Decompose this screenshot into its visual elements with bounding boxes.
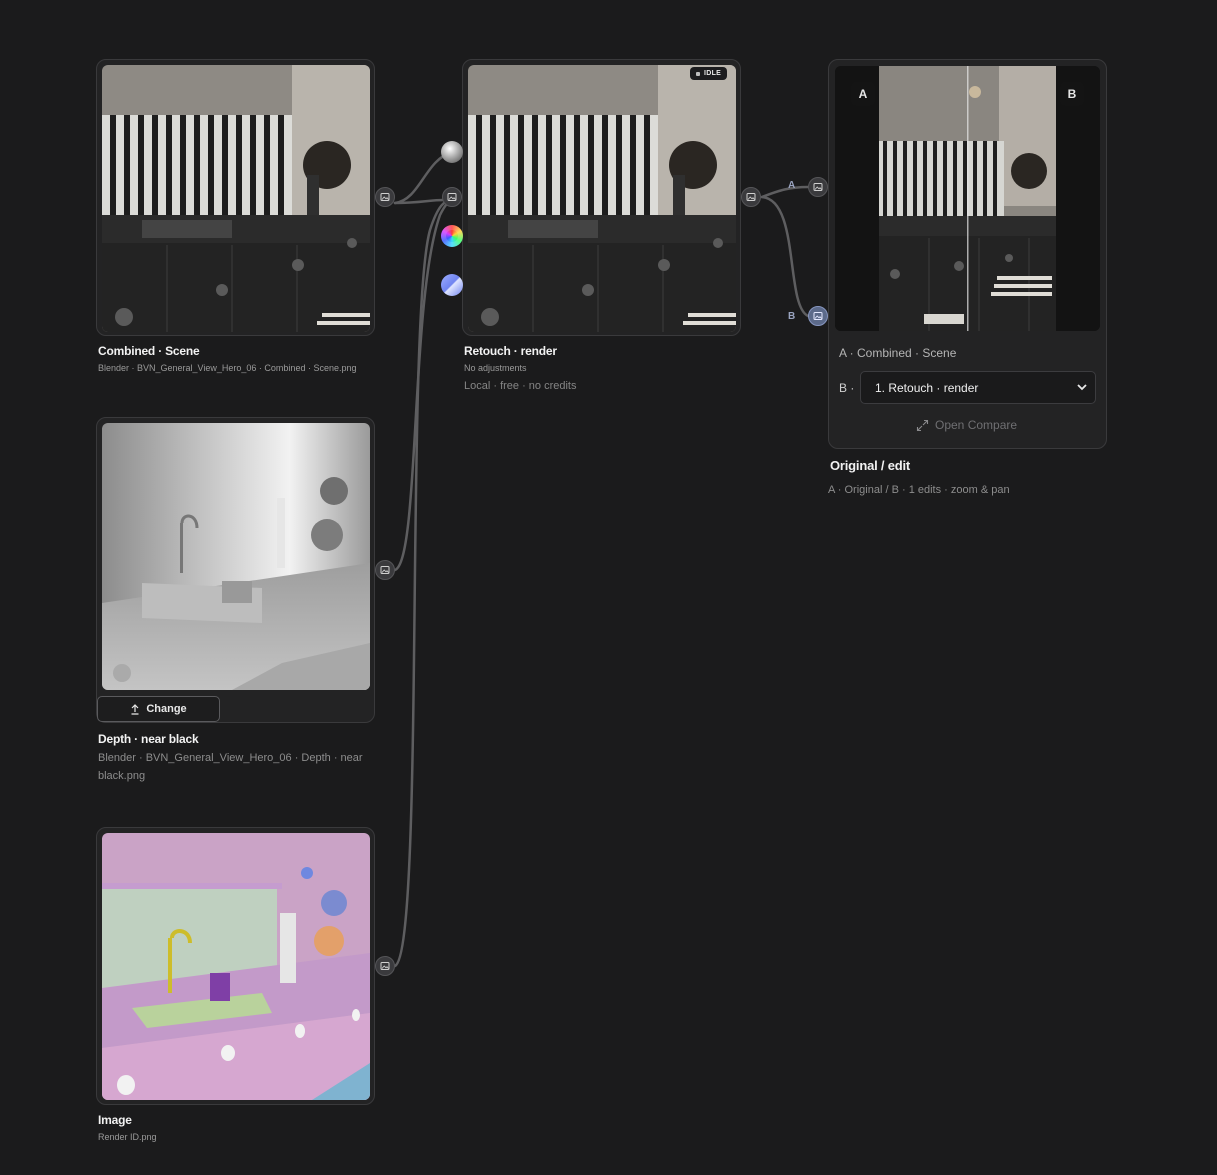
node-depth-near-black[interactable]: Change	[96, 417, 375, 723]
retouch-output-port[interactable]	[741, 187, 761, 207]
change-button[interactable]: Change	[97, 696, 220, 722]
compare-title: Original / edit	[830, 458, 911, 473]
image-output-port[interactable]	[375, 956, 395, 976]
combined-output-port[interactable]	[375, 187, 395, 207]
mask-input[interactable]	[441, 274, 463, 296]
wire-label-a: A	[788, 180, 796, 191]
depth-preview	[102, 423, 370, 690]
render-id-preview	[102, 833, 370, 1100]
retouch-preview	[468, 65, 736, 332]
image-icon	[813, 312, 823, 320]
compare-input-b-port[interactable]	[808, 306, 828, 326]
status-badge: IDLE	[690, 67, 728, 80]
compare-b-selected: 1. Retouch · render	[875, 380, 979, 395]
compare-b-prefix: B ·	[839, 381, 855, 395]
wire-depth-to-retouch	[393, 198, 454, 572]
image-icon	[380, 566, 390, 574]
chevron-down-icon	[1077, 384, 1087, 391]
wire-retouch-to-b	[760, 195, 810, 318]
node-image[interactable]	[96, 827, 375, 1105]
node-retouch-render[interactable]: IDLE	[462, 59, 741, 336]
retouch-subtitle: No adjustments	[464, 363, 527, 373]
image-icon	[380, 962, 390, 970]
image-icon	[746, 193, 756, 201]
compare-viewer[interactable]	[835, 66, 1100, 331]
open-compare-button[interactable]: Open Compare	[916, 418, 1017, 432]
wire-label-b: B	[788, 311, 796, 322]
retouch-title: Retouch · render	[464, 344, 557, 358]
combined-scene-title: Combined · Scene	[98, 344, 200, 358]
compare-input-a-port[interactable]	[808, 177, 828, 197]
compare-a-line: A · Combined · Scene	[839, 346, 957, 360]
node-combined-scene[interactable]	[96, 59, 375, 336]
compare-tag-b: B	[1060, 82, 1084, 106]
compare-subtitle: A · Original / B · 1 edits · zoom & pan	[828, 484, 1010, 496]
gray-sphere-input[interactable]	[441, 141, 463, 163]
compare-b-select[interactable]: 1. Retouch · render	[860, 371, 1096, 404]
depth-subtitle: Blender · BVN_General_View_Hero_06 · Dep…	[98, 752, 363, 782]
retouch-meta: Local · free · no credits	[464, 380, 577, 392]
open-compare-label: Open Compare	[935, 418, 1018, 432]
change-label: Change	[146, 703, 187, 715]
node-compare[interactable]: A B A · Combined · Scene B · 1. Retouch …	[828, 59, 1107, 449]
depth-title: Depth · near black	[98, 732, 199, 746]
status-text: IDLE	[704, 70, 722, 77]
compare-tag-a: A	[851, 82, 875, 106]
retouch-image-input-port[interactable]	[442, 187, 462, 207]
status-dot	[696, 71, 700, 76]
wire-retouch-to-a	[760, 185, 810, 199]
combined-scene-preview	[102, 65, 370, 332]
combined-scene-subtitle: Blender · BVN_General_View_Hero_06 · Com…	[98, 363, 357, 373]
image-icon	[380, 193, 390, 201]
image-icon	[447, 193, 457, 201]
color-wheel-input[interactable]	[441, 225, 463, 247]
image-subtitle: Render ID.png	[98, 1132, 157, 1142]
expand-icon	[916, 419, 929, 431]
depth-output-port[interactable]	[375, 560, 395, 580]
wire-image-to-retouch	[393, 198, 454, 968]
wire-combined-to-retouch	[393, 198, 445, 205]
upload-icon	[131, 703, 139, 715]
image-title: Image	[98, 1113, 132, 1127]
image-icon	[813, 183, 823, 191]
